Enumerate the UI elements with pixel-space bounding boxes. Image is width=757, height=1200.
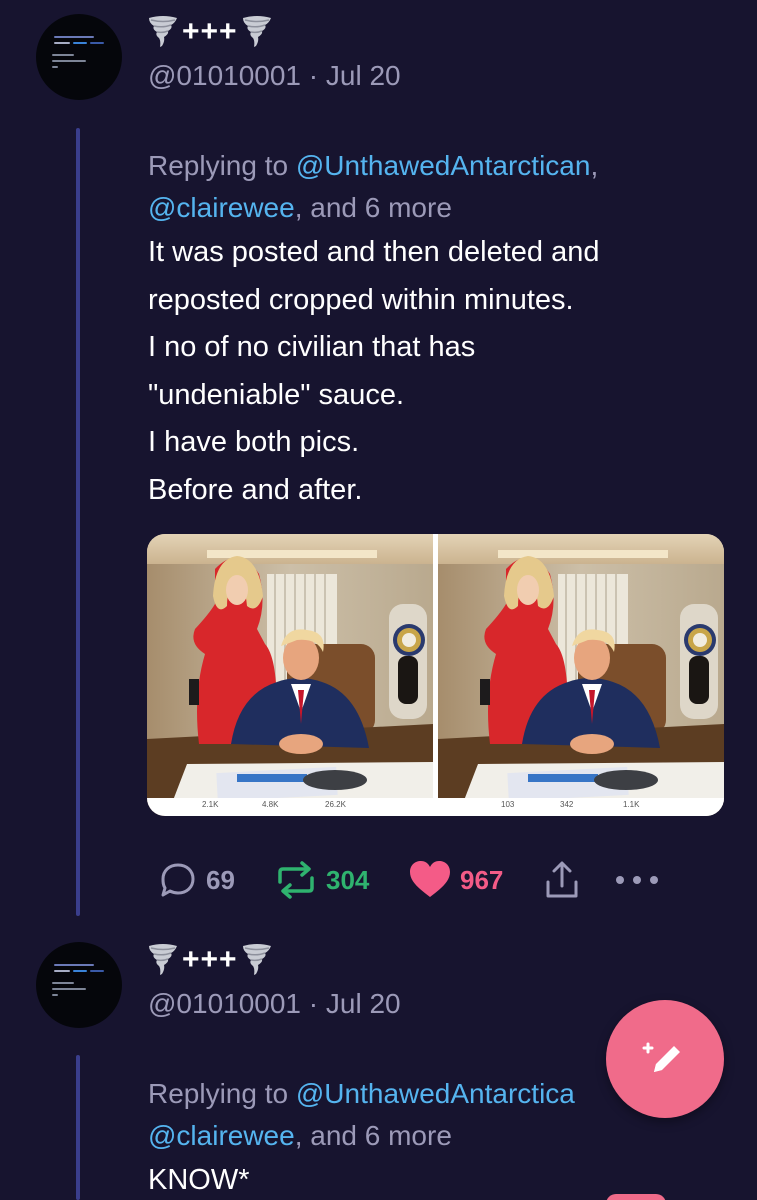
- right-reply-count: 103: [501, 800, 515, 809]
- tweet-header: +++ @01010001 · Jul 20: [148, 12, 401, 92]
- reply-count: 69: [206, 864, 235, 895]
- compose-feather-icon: [642, 1042, 680, 1072]
- separator: ·: [308, 988, 319, 1019]
- right-retweet-count: 342: [560, 800, 574, 809]
- body-line: "undeniable" sauce.: [148, 378, 405, 411]
- handle[interactable]: @01010001: [148, 60, 301, 91]
- avatar[interactable]: [36, 14, 122, 100]
- mention-link[interactable]: @UnthawedAntarctican: [296, 150, 591, 181]
- mention-link[interactable]: @clairewee: [148, 192, 295, 223]
- handle[interactable]: @01010001: [148, 988, 301, 1019]
- thread-line: [76, 128, 80, 916]
- left-like-count: 26.2K: [325, 800, 346, 809]
- separator: ·: [308, 60, 319, 91]
- display-name-text: +++: [182, 15, 238, 48]
- body-line: Before and after.: [148, 473, 363, 506]
- tweet-header: +++ @01010001 · Jul 20: [148, 940, 401, 1020]
- left-retweet-count: 4.8K: [262, 800, 279, 809]
- more-dots-icon: [616, 876, 658, 884]
- replying-prefix: Replying to: [148, 150, 289, 181]
- heart-icon: [410, 861, 450, 897]
- share-icon: [546, 861, 578, 898]
- body-line: reposted cropped within minutes.: [148, 283, 574, 316]
- tornado-emoji: [149, 16, 177, 47]
- tornado-emoji: [242, 944, 271, 975]
- handle-line: @01010001 · Jul 20: [148, 988, 401, 1020]
- media-right-counts: 103 342 1.1K: [438, 800, 724, 814]
- body-line: It was posted and then deleted and: [148, 236, 600, 268]
- reply-button[interactable]: 69: [158, 852, 235, 908]
- like-count: 967: [460, 864, 504, 895]
- mention-link[interactable]: @clairewee: [148, 1120, 295, 1151]
- action-bar: 69 304 967: [148, 852, 668, 908]
- reply-suffix[interactable]: , and 6 more: [295, 1120, 452, 1151]
- mention-link[interactable]: @UnthawedAntarctica: [296, 1078, 575, 1109]
- reply-comma: ,: [590, 150, 599, 181]
- tornado-emoji: [242, 16, 271, 47]
- tweet-date[interactable]: Jul 20: [326, 988, 401, 1019]
- replying-to: Replying to @UnthawedAntarctica @clairew…: [148, 1073, 575, 1157]
- tweet-date[interactable]: Jul 20: [326, 60, 401, 91]
- body-line: I have both pics.: [148, 426, 360, 458]
- tweet-body: It was posted and then deleted and repos…: [148, 229, 599, 514]
- tweet-media[interactable]: 2.1K 4.8K 26.2K 103 342 1.1K: [147, 534, 724, 816]
- bottom-button-partial[interactable]: [606, 1194, 666, 1200]
- tornado-emoji: [149, 944, 177, 975]
- body-line: I no of no civilian that has: [148, 331, 476, 363]
- thread-line: [76, 1055, 80, 1200]
- speech-bubble-icon: [161, 863, 195, 897]
- display-name[interactable]: +++: [148, 940, 401, 980]
- tweet-body: KNOW*: [148, 1157, 250, 1200]
- right-like-count: 1.1K: [623, 800, 640, 809]
- media-left-counts: 2.1K 4.8K 26.2K: [147, 800, 433, 814]
- share-button[interactable]: [544, 852, 580, 908]
- compose-button[interactable]: [606, 1000, 724, 1118]
- left-reply-count: 2.1K: [202, 800, 219, 809]
- display-name[interactable]: +++: [148, 12, 401, 52]
- body-line: KNOW*: [148, 1164, 250, 1196]
- display-name-text: +++: [182, 943, 238, 976]
- more-button[interactable]: [614, 852, 660, 908]
- handle-line: @01010001 · Jul 20: [148, 60, 401, 92]
- retweet-count: 304: [326, 864, 370, 895]
- avatar[interactable]: [36, 942, 122, 1028]
- retweet-button[interactable]: 304: [274, 852, 369, 908]
- retweet-arrows-icon: [278, 861, 314, 899]
- media-photos: [147, 534, 724, 816]
- replying-prefix: Replying to: [148, 1078, 289, 1109]
- like-button[interactable]: 967: [408, 852, 503, 908]
- replying-to: Replying to @UnthawedAntarctican, @clair…: [148, 145, 598, 229]
- reply-suffix[interactable]: , and 6 more: [295, 192, 452, 223]
